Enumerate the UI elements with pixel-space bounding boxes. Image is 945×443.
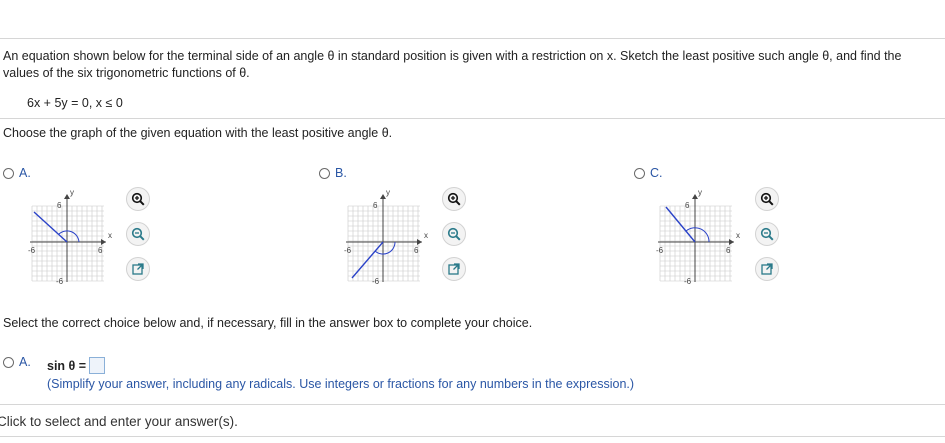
graph-a[interactable]: y x 6 -6 -6 6 (28, 186, 128, 286)
graph-c-tick-y-pos: 6 (685, 201, 690, 210)
graph-c-zoom-out-button[interactable] (755, 222, 779, 246)
footer-divider (0, 404, 945, 405)
sin-label: sin θ = (47, 358, 87, 373)
top-divider (0, 38, 945, 39)
answer-option-a[interactable]: A. (3, 355, 31, 369)
graph-a-tick-x-neg: -6 (28, 246, 36, 255)
bottom-divider (0, 436, 945, 437)
graph-b-tick-y-neg: -6 (372, 277, 380, 286)
graph-a-y-label: y (70, 188, 74, 197)
graph-c-zoom-in-button[interactable] (755, 187, 779, 211)
answer-option-a-radio[interactable] (3, 356, 14, 368)
graph-a-grid (31, 205, 104, 282)
graph-c-tick-y-neg: -6 (684, 277, 692, 286)
graph-b-x-arrow (417, 239, 422, 245)
zoom-in-icon (760, 192, 774, 206)
zoom-in-icon (131, 192, 145, 206)
graph-b-expand-button[interactable] (442, 257, 466, 281)
graph-b-x-label: x (424, 231, 428, 240)
graph-a-zoom-in-button[interactable] (126, 187, 150, 211)
zoom-in-icon (447, 192, 461, 206)
option-c-radio[interactable] (634, 167, 645, 179)
graph-b-tick-y-pos: 6 (373, 201, 378, 210)
expand-icon (761, 263, 773, 275)
graph-b-tick-x-pos: 6 (414, 246, 419, 255)
option-b-radio[interactable] (319, 167, 330, 179)
section-divider (0, 118, 945, 119)
graph-b-tick-x-neg: -6 (344, 246, 352, 255)
sin-answer-box[interactable] (89, 357, 106, 374)
option-c-label: C. (650, 166, 663, 180)
graph-c-tick-x-pos: 6 (726, 246, 731, 255)
choose-prompt: Choose the graph of the given equation w… (3, 126, 393, 140)
graph-a-zoom-out-button[interactable] (126, 222, 150, 246)
sin-expression: sin θ = (47, 357, 106, 374)
zoom-out-icon (131, 227, 145, 241)
answer-hint: (Simplify your answer, including any rad… (47, 377, 635, 391)
graph-c-tick-x-neg: -6 (656, 246, 664, 255)
expand-icon (132, 263, 144, 275)
option-b[interactable]: B. (319, 166, 347, 180)
option-c[interactable]: C. (634, 166, 663, 180)
graph-b-terminal-ray (351, 241, 384, 279)
graph-a-x-arrow (101, 239, 106, 245)
option-b-label: B. (335, 166, 347, 180)
select-prompt: Select the correct choice below and, if … (3, 316, 533, 330)
graph-b-y-label: y (386, 188, 390, 197)
zoom-out-icon (447, 227, 461, 241)
graph-b[interactable]: y x 6 -6 -6 6 (344, 186, 444, 286)
graph-a-tick-y-neg: -6 (56, 277, 64, 286)
graph-c-terminal-ray (665, 206, 696, 243)
expand-icon (448, 263, 460, 275)
graph-c-y-label: y (698, 188, 702, 197)
answer-option-a-label: A. (19, 355, 31, 369)
graph-b-zoom-in-button[interactable] (442, 187, 466, 211)
graph-b-svg: y x 6 -6 -6 6 (344, 188, 428, 286)
option-a[interactable]: A. (3, 166, 31, 180)
option-a-radio[interactable] (3, 167, 14, 179)
graph-a-tick-y-pos: 6 (57, 201, 62, 210)
graph-c-svg: y x 6 -6 -6 6 (656, 188, 740, 286)
equation: 6x + 5y = 0, x ≤ 0 (27, 96, 123, 110)
graph-c-grid (659, 205, 732, 282)
graph-a-tick-x-pos: 6 (98, 246, 103, 255)
question-text: An equation shown below for the terminal… (3, 49, 902, 80)
graph-a-x-label: x (108, 231, 112, 240)
zoom-out-icon (760, 227, 774, 241)
graph-a-expand-button[interactable] (126, 257, 150, 281)
graph-c-expand-button[interactable] (755, 257, 779, 281)
graph-a-svg: y x 6 -6 -6 6 (28, 188, 112, 286)
graph-b-zoom-out-button[interactable] (442, 222, 466, 246)
footer-instruction: Click to select and enter your answer(s)… (0, 414, 238, 429)
graph-c-x-label: x (736, 231, 740, 240)
option-a-label: A. (19, 166, 31, 180)
graph-c[interactable]: y x 6 -6 -6 6 (656, 186, 756, 286)
graph-c-x-arrow (729, 239, 734, 245)
